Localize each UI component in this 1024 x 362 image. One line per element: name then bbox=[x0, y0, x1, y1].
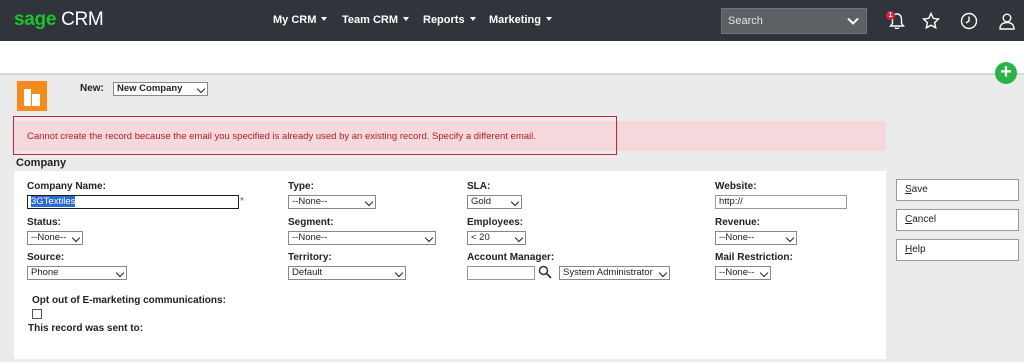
source-select[interactable]: Phone bbox=[27, 266, 127, 280]
nav-team-crm[interactable]: Team CRM bbox=[342, 14, 410, 26]
status-label: Status: bbox=[27, 217, 61, 228]
type-label: Type: bbox=[288, 181, 314, 192]
search-placeholder: Search bbox=[728, 15, 763, 27]
nav-my-crm[interactable]: My CRM bbox=[273, 14, 328, 26]
account-manager-label: Account Manager: bbox=[467, 252, 555, 263]
save-label: ave bbox=[911, 184, 928, 195]
section-title: Company bbox=[16, 157, 67, 169]
account-manager-input[interactable] bbox=[467, 266, 535, 280]
caret-down-icon bbox=[545, 17, 552, 21]
nav-reports[interactable]: Reports bbox=[423, 14, 476, 26]
chevron-down-icon[interactable] bbox=[846, 14, 860, 28]
company-name-label: Company Name: bbox=[27, 181, 106, 192]
nav-marketing[interactable]: Marketing bbox=[489, 14, 552, 26]
segment-label: Segment: bbox=[288, 217, 334, 228]
help-label: elp bbox=[912, 244, 926, 255]
clock-icon[interactable] bbox=[959, 11, 979, 31]
sage-crm-logo[interactable]: sage CRM bbox=[14, 9, 104, 31]
search-icon[interactable] bbox=[538, 265, 552, 279]
employees-label: Employees: bbox=[467, 217, 524, 228]
revenue-label: Revenue: bbox=[715, 217, 761, 228]
user-icon[interactable] bbox=[997, 11, 1017, 31]
new-label: New: bbox=[80, 83, 104, 94]
source-label: Source: bbox=[27, 252, 65, 263]
sla-label: SLA: bbox=[467, 181, 491, 192]
cancel-label: ancel bbox=[912, 214, 937, 225]
cancel-button[interactable]: Cancel bbox=[896, 209, 1019, 231]
opt-out-checkbox[interactable] bbox=[32, 309, 42, 319]
logo-crm-text: CRM bbox=[61, 9, 104, 30]
mail-restriction-label: Mail Restriction: bbox=[715, 252, 793, 263]
sent-to-label: This record was sent to: bbox=[28, 323, 144, 334]
notification-count-badge: 1 bbox=[886, 11, 895, 20]
caret-down-icon bbox=[321, 17, 328, 21]
new-entity-select[interactable]: New Company bbox=[113, 82, 208, 96]
save-button[interactable]: Save bbox=[896, 179, 1019, 201]
top-navigation-bar: sage CRM My CRM Team CRM Reports Marketi… bbox=[0, 0, 1024, 41]
help-button[interactable]: Help bbox=[896, 239, 1019, 261]
company-name-value: 3GTextiles bbox=[31, 196, 76, 207]
website-input[interactable]: http:// bbox=[715, 195, 847, 209]
company-name-input[interactable]: 3GTextiles bbox=[27, 195, 239, 209]
employees-select[interactable]: < 20 bbox=[467, 231, 526, 245]
nav-marketing-label: Marketing bbox=[489, 14, 541, 26]
account-manager-select[interactable]: System Administrator bbox=[559, 266, 670, 280]
territory-label: Territory: bbox=[288, 252, 332, 263]
search-input[interactable]: Search bbox=[721, 8, 867, 34]
mail-restriction-select[interactable]: --None-- bbox=[715, 266, 771, 280]
save-accesskey: S bbox=[905, 184, 912, 195]
type-select[interactable]: --None-- bbox=[288, 195, 376, 209]
opt-out-label: Opt out of E-marketing communications: bbox=[32, 295, 226, 306]
revenue-select[interactable]: --None-- bbox=[715, 231, 797, 245]
required-mark: * bbox=[240, 196, 244, 207]
caret-down-icon bbox=[403, 17, 410, 21]
website-label: Website: bbox=[715, 181, 757, 192]
toolbar-strip bbox=[0, 41, 1024, 75]
territory-select[interactable]: Default bbox=[288, 266, 406, 280]
nav-my-crm-label: My CRM bbox=[273, 14, 317, 26]
star-icon[interactable] bbox=[921, 11, 941, 31]
caret-down-icon bbox=[469, 17, 476, 21]
logo-sage-text: sage bbox=[14, 9, 57, 30]
add-new-button[interactable]: + bbox=[995, 62, 1017, 84]
nav-team-crm-label: Team CRM bbox=[342, 14, 399, 26]
status-select[interactable]: --None-- bbox=[27, 231, 83, 245]
segment-select[interactable]: --None-- bbox=[288, 231, 436, 245]
sla-select[interactable]: Gold bbox=[467, 195, 522, 209]
company-building-icon bbox=[17, 81, 47, 111]
error-message: Cannot create the record because the ema… bbox=[27, 131, 536, 142]
nav-reports-label: Reports bbox=[423, 14, 465, 26]
